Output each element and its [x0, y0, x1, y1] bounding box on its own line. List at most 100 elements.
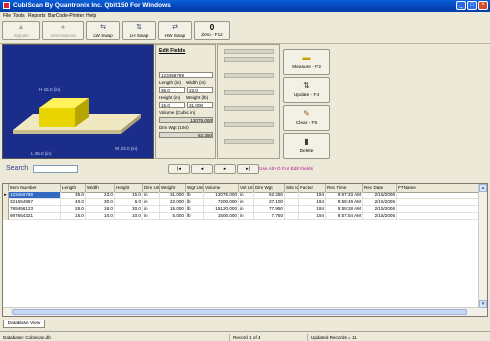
dim-weight-field: 62.250: [159, 132, 213, 138]
search-label: Search: [6, 165, 29, 172]
measurement-area: H 15.0 (in) L 35.0 (in) W 23.0 (in) Edit…: [2, 44, 488, 161]
menu-help[interactable]: Help: [86, 13, 96, 19]
previous-record-button[interactable]: ◂: [191, 164, 213, 174]
window-title: CubiScan By Quantronix Inc. Qbit150 For …: [13, 2, 171, 9]
menu-file[interactable]: File: [3, 13, 11, 19]
update-button[interactable]: ⇅ Update - F4: [283, 77, 330, 103]
search-input[interactable]: [33, 165, 78, 173]
hw-swap-button[interactable]: ⇄ HW Swap: [158, 21, 192, 40]
broom-icon: ✎: [303, 109, 310, 118]
status-bar: Database: Cubiscan.db Record 1 of 4 Upda…: [0, 331, 490, 341]
update-icon: ⇅: [303, 81, 310, 90]
width-field[interactable]: 23.0: [187, 87, 213, 93]
trash-icon: ▮: [304, 137, 309, 146]
lh-swap-button[interactable]: ⇅ LH Swap: [122, 21, 156, 40]
last-record-button[interactable]: ▸|: [237, 164, 259, 174]
swap-icon: ⇄: [172, 24, 178, 31]
column-header-wgt-unit[interactable]: Wgt Unit: [186, 184, 204, 192]
edit-fields-panel: Edit Fields 123456789 Length (in) Width …: [155, 44, 216, 159]
column-header-rec-date[interactable]: Rec Date: [363, 184, 397, 192]
item-number-field[interactable]: 123456789: [159, 72, 213, 78]
status-database: Database: Cubiscan.db: [0, 334, 230, 341]
weight-label: Weight (lb): [186, 95, 209, 100]
height-field[interactable]: 15.0: [159, 102, 185, 108]
aux-field: [224, 49, 274, 54]
column-header-length[interactable]: Length: [61, 184, 86, 192]
width-dimension-label: W 23.0 (in): [115, 146, 138, 151]
zero-count: 0: [209, 23, 215, 32]
navigation-row: Search |◂ ◂ ▸ ▸| Use Alt+G For Edit Fiel…: [2, 162, 488, 176]
international-button[interactable]: ● International: [42, 21, 84, 40]
column-header-rec-time[interactable]: Rec Time: [326, 184, 363, 192]
dim-weight-label: Dim Wgt (194): [159, 125, 189, 130]
title-bar[interactable]: CubiScan By Quantronix Inc. Qbit150 For …: [0, 0, 490, 12]
action-buttons-panel: ▬ Measure - F3 ⇅ Update - F4 ✎ Clear - F…: [281, 44, 332, 159]
records-table: Item Number Length Width Height Dim Unit…: [2, 183, 488, 317]
aux-field: [224, 90, 274, 95]
edit-fields-hint: Use Alt+G For Edit Fields: [259, 167, 313, 172]
clear-button[interactable]: ✎ Clear - F5: [283, 105, 330, 131]
length-dimension-label: L 35.0 (in): [31, 151, 52, 156]
aux-field: [224, 57, 274, 62]
aux-field: [224, 73, 274, 78]
tab-database-view[interactable]: DataBase View: [3, 320, 45, 328]
lw-swap-button[interactable]: ⇆ LW Swap: [86, 21, 120, 40]
menu-barcode-printer[interactable]: BarCode-Printer: [48, 13, 84, 19]
aux-field: [224, 122, 274, 127]
delete-button[interactable]: ▮ Delete: [283, 133, 330, 159]
swap-icon: ⇅: [136, 24, 142, 31]
status-record: Record 1 of 4: [230, 334, 308, 341]
table-row[interactable]: ▸ 123456789 35.0 23.0 15.0 in 31.000 lb …: [3, 192, 481, 199]
empty-area: [332, 44, 488, 159]
first-record-button[interactable]: |◂: [168, 164, 190, 174]
next-record-button[interactable]: ▸: [214, 164, 236, 174]
box-3d-view: H 15.0 (in) L 35.0 (in) W 23.0 (in): [2, 44, 154, 159]
signals-button[interactable]: ▲ Signals: [2, 21, 40, 40]
box-3d-icon: [13, 98, 141, 134]
horizontal-scroll-thumb[interactable]: [12, 309, 467, 315]
maximize-button[interactable]: □: [467, 1, 477, 10]
menu-tools[interactable]: Tools: [13, 13, 25, 19]
column-header-factor[interactable]: Factor: [299, 184, 326, 192]
column-header-item-number[interactable]: Item Number: [9, 184, 61, 192]
edit-fields-title: Edit Fields: [159, 48, 186, 54]
zero-button[interactable]: 0 Zero - F12: [194, 21, 230, 40]
table-row[interactable]: 789456123 28.0 18.0 30.0 in 15.000 lb 15…: [3, 206, 481, 213]
status-updated-records: Updated Records = 11: [311, 335, 357, 340]
ruler-icon: ▬: [302, 53, 311, 62]
toolbar: ▲ Signals ● International ⇆ LW Swap ⇅ LH…: [0, 20, 490, 44]
close-button[interactable]: ×: [478, 1, 488, 10]
column-header-weight[interactable]: Weight: [160, 184, 186, 192]
globe-icon: ●: [60, 24, 66, 31]
width-label: Width (in): [186, 80, 206, 85]
table-row[interactable]: 321654987 40.0 30.0 6.0 in 22.000 lb 720…: [3, 199, 481, 206]
column-header-volume[interactable]: Volume: [204, 184, 239, 192]
app-icon: [3, 2, 10, 9]
length-field[interactable]: 35.0: [159, 87, 185, 93]
length-label: Length (in): [159, 80, 181, 85]
vertical-scrollbar[interactable]: ▲ ▼: [478, 184, 487, 316]
scroll-up-icon[interactable]: ▲: [479, 184, 487, 192]
column-header-dim-wgt[interactable]: Dim Wgt: [254, 184, 285, 192]
height-label: Height (in): [159, 95, 181, 100]
volume-field: 12075.000: [159, 117, 213, 123]
column-header-ftname[interactable]: FTName: [397, 184, 481, 192]
horizontal-scrollbar[interactable]: [3, 307, 481, 316]
auxiliary-fields-panel: [217, 44, 280, 159]
weight-field[interactable]: 31.000: [187, 102, 213, 108]
table-row[interactable]: 987654321 15.0 10.0 10.0 in 5.000 lb 150…: [3, 213, 481, 220]
minimize-button[interactable]: _: [456, 1, 466, 10]
column-header-width[interactable]: Width: [86, 184, 115, 192]
signal-icon: ▲: [17, 24, 25, 31]
measure-button[interactable]: ▬ Measure - F3: [283, 49, 330, 75]
column-header-site-id[interactable]: Site Id: [285, 184, 299, 192]
aux-field: [224, 139, 274, 144]
volume-label: Volume (Cubic in): [159, 110, 196, 115]
column-header-height[interactable]: Height: [115, 184, 143, 192]
app-window: CubiScan By Quantronix Inc. Qbit150 For …: [0, 0, 490, 341]
height-dimension-label: H 15.0 (in): [39, 87, 61, 92]
column-header-vol-unit[interactable]: Vol Unit: [239, 184, 254, 192]
aux-field: [224, 106, 274, 111]
column-header-dim-unit[interactable]: Dim Unit: [143, 184, 160, 192]
menu-reports[interactable]: Reports: [28, 13, 46, 19]
